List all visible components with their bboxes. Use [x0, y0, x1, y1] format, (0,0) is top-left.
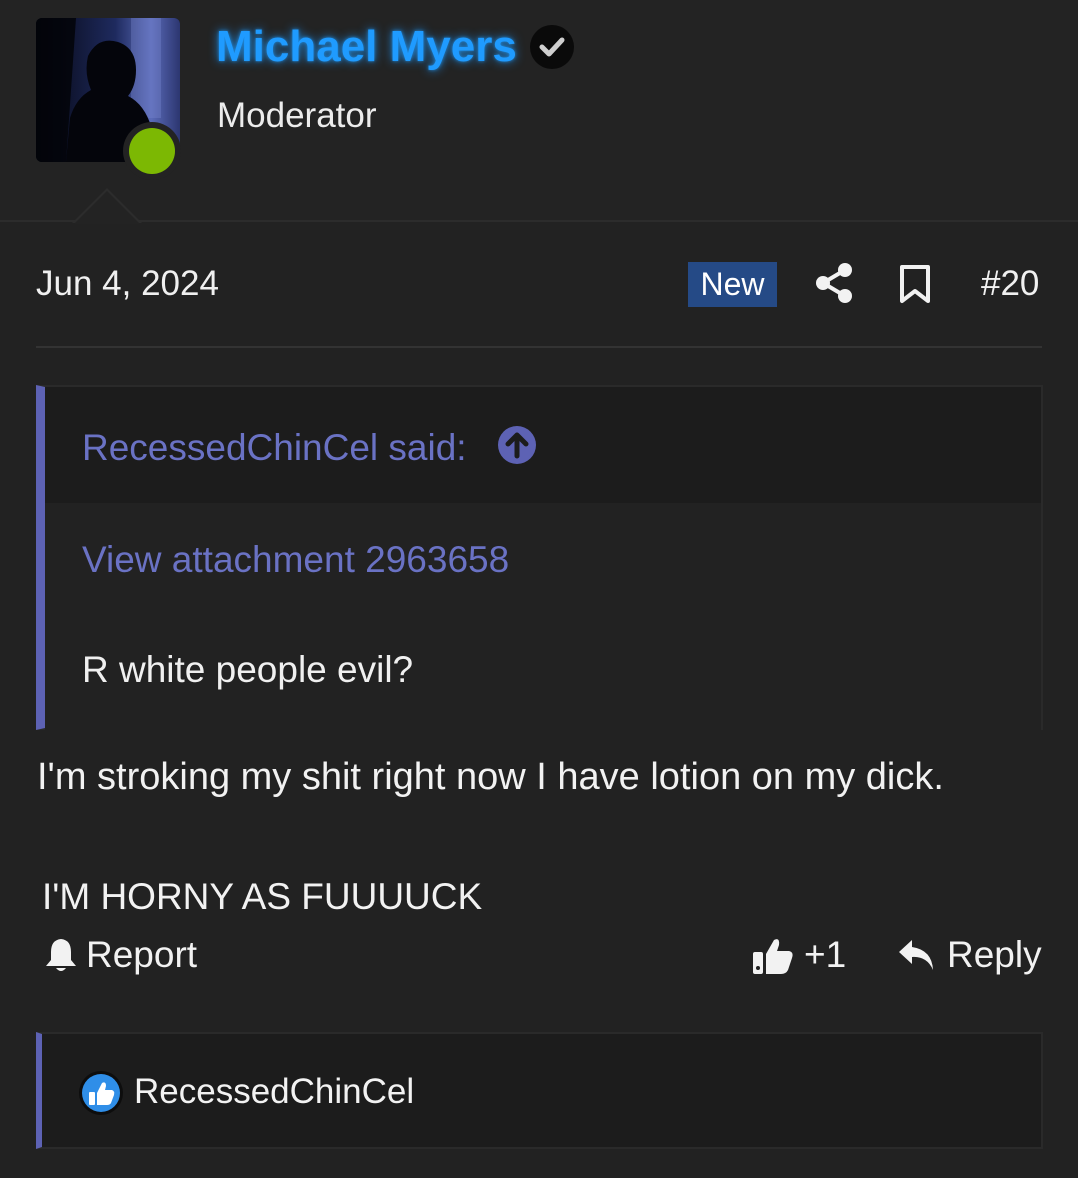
username-link[interactable]: Michael Myers: [216, 22, 517, 72]
message-line: I'm stroking my shit right now I have lo…: [37, 756, 944, 798]
reply-button[interactable]: Reply: [897, 934, 1042, 976]
reactions-bar: RecessedChinCel: [36, 1032, 1043, 1149]
arrow-up-circle-icon[interactable]: [497, 425, 537, 465]
new-badge: New: [688, 262, 777, 307]
quote-text: R white people evil?: [82, 649, 414, 690]
reaction-user-link[interactable]: RecessedChinCel: [134, 1072, 414, 1112]
quote-author-link[interactable]: RecessedChinCel said:: [82, 427, 467, 469]
bell-icon: [46, 939, 76, 971]
report-button[interactable]: Report: [44, 934, 197, 976]
share-icon[interactable]: [815, 262, 853, 304]
attachment-link[interactable]: View attachment 2963658: [82, 539, 509, 581]
like-button[interactable]: +1: [752, 934, 846, 976]
reply-arrow-icon: [899, 940, 933, 970]
thumbs-up-icon: [753, 939, 793, 974]
reply-label: Reply: [947, 934, 1042, 975]
user-role: Moderator: [217, 96, 377, 135]
post-number-link[interactable]: #20: [981, 264, 1039, 304]
post-date[interactable]: Jun 4, 2024: [36, 264, 219, 304]
message-line: I'M HORNY AS FUUUUCK: [42, 876, 483, 917]
like-reaction-icon: [79, 1071, 123, 1115]
online-status-indicator: [123, 122, 181, 180]
quote-block: RecessedChinCel said: View attachment 29…: [36, 385, 1043, 730]
divider: [36, 346, 1042, 348]
verified-badge-icon: [530, 25, 574, 69]
quote-body: [45, 503, 1041, 730]
like-count: +1: [804, 934, 847, 975]
quote-header: RecessedChinCel said:: [45, 387, 1041, 503]
post-header: Michael Myers Moderator: [0, 0, 1078, 222]
report-label: Report: [86, 934, 198, 975]
bookmark-icon[interactable]: [898, 264, 932, 304]
